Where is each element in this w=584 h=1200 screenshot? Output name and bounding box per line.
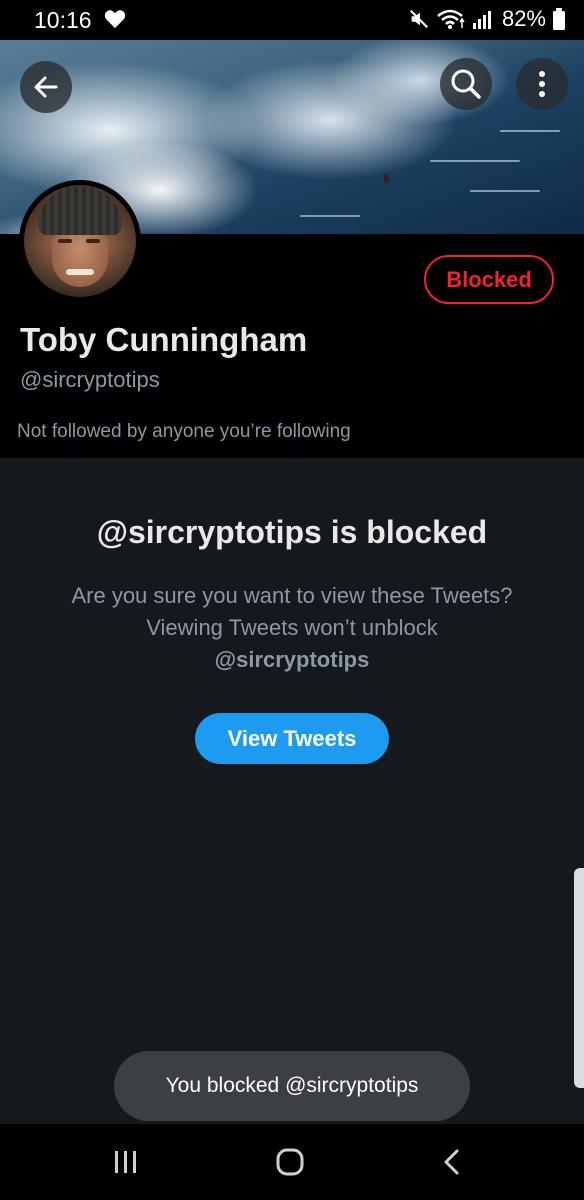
- search-button[interactable]: [440, 58, 492, 110]
- system-back-button[interactable]: [422, 1138, 482, 1186]
- status-time: 10:16: [34, 7, 92, 33]
- blocked-title: @sircryptotips is blocked: [96, 514, 488, 550]
- blocked-message-handle: @sircryptotips: [214, 647, 370, 672]
- back-button[interactable]: [20, 61, 72, 113]
- status-icons: 82%: [408, 6, 566, 32]
- battery-icon: [553, 8, 565, 30]
- recents-icon: [115, 1151, 136, 1173]
- blocked-notice: @sircryptotips is blocked Are you sure y…: [0, 458, 584, 1124]
- profile-handle: @sircryptotips: [20, 367, 160, 392]
- search-icon: [451, 69, 481, 99]
- battery-percent: 82%: [501, 6, 546, 31]
- chevron-left-icon: [444, 1149, 459, 1175]
- followed-by-text: Not followed by anyone you’re following: [17, 421, 351, 442]
- scrollbar[interactable]: [574, 868, 584, 1088]
- view-tweets-button[interactable]: View Tweets: [195, 713, 389, 764]
- avatar-photo: [24, 185, 136, 297]
- home-icon: [276, 1148, 304, 1176]
- system-nav-bar: [0, 1124, 584, 1200]
- home-button[interactable]: [260, 1138, 320, 1186]
- avatar[interactable]: [19, 180, 141, 302]
- wifi-icon: [437, 9, 465, 29]
- blocked-message: Are you sure you want to view these Twee…: [60, 580, 524, 676]
- heart-icon: [104, 10, 126, 29]
- toast-message: You blocked @sircryptotips: [114, 1051, 470, 1121]
- display-name: Toby Cunningham: [20, 321, 308, 358]
- mute-icon: [409, 10, 428, 28]
- status-bar: 10:16 82%: [0, 0, 584, 40]
- recents-button[interactable]: [96, 1138, 156, 1186]
- more-vertical-icon: [539, 71, 545, 97]
- signal-icon: [472, 11, 491, 29]
- blocked-button[interactable]: Blocked: [424, 255, 554, 304]
- blocked-message-text: Are you sure you want to view these Twee…: [71, 583, 513, 640]
- profile-screen: 10:16 82% Blocked Toby Cunningham @sircr…: [0, 0, 584, 1200]
- arrow-left-icon: [34, 76, 58, 98]
- more-options-button[interactable]: [516, 58, 568, 110]
- surfer-figure: [384, 174, 389, 183]
